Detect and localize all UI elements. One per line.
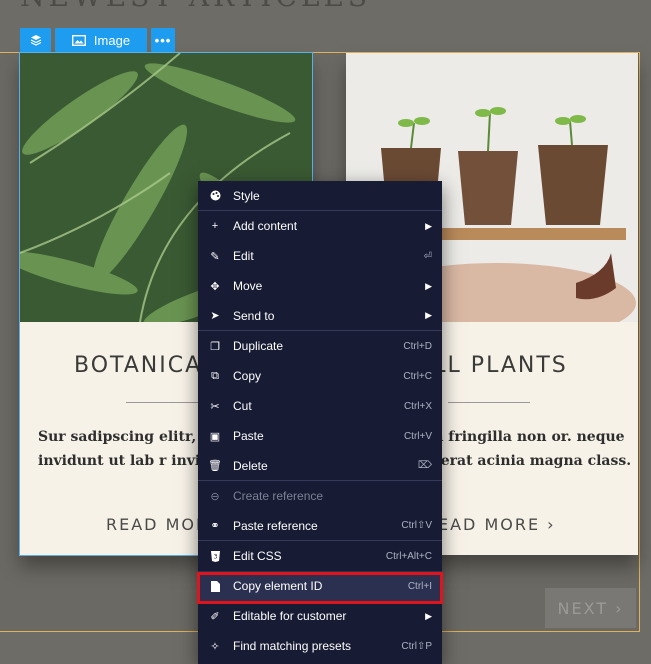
next-button[interactable]: NEXT › <box>545 588 636 628</box>
menu-item-create-reference: ⊖ Create reference <box>198 481 442 511</box>
copy-icon: ⧉ <box>211 369 219 382</box>
css-icon: 3 <box>208 549 222 563</box>
send-icon: ➤ <box>210 310 220 322</box>
chevron-right-icon: ▶ <box>425 220 432 231</box>
read-more-link[interactable]: EAD MORE › <box>438 515 556 534</box>
menu-item-duplicate[interactable]: ❐ Duplicate Ctrl+D <box>198 331 442 361</box>
menu-item-copy-element-id[interactable]: Copy element ID Ctrl+I <box>198 571 442 601</box>
paste-reference-icon: ⚭ <box>210 520 220 532</box>
magic-wand-icon: ✧ <box>210 640 220 653</box>
chevron-right-icon: ▶ <box>425 310 432 320</box>
duplicate-icon: ❐ <box>210 340 220 353</box>
move-icon: ✥ <box>210 280 220 293</box>
menu-item-move[interactable]: ✥ Move ▶ <box>198 271 442 301</box>
paste-icon: ▣ <box>209 430 221 443</box>
page-heading: NEWEST ARTICLES <box>20 0 371 13</box>
menu-item-editable-for-customer[interactable]: ✐ Editable for customer ▶ <box>198 601 442 631</box>
menu-item-style[interactable]: Style <box>198 181 442 211</box>
trash-icon: 🗑 <box>208 460 222 472</box>
image-icon <box>71 34 86 46</box>
read-more-link[interactable]: READ MOR <box>106 515 209 534</box>
menu-item-cut[interactable]: ✂ Cut Ctrl+X <box>198 391 442 421</box>
svg-text:3: 3 <box>213 553 217 560</box>
menu-item-copy[interactable]: ⧉ Copy Ctrl+C <box>198 361 442 391</box>
scissors-icon: ✂ <box>210 400 220 413</box>
layers-icon <box>30 35 41 46</box>
more-options-button[interactable]: ••• <box>151 28 175 52</box>
menu-item-paste-reference[interactable]: ⚭ Paste reference Ctrl⇧V <box>198 511 442 541</box>
link-icon: ⊖ <box>210 490 220 503</box>
chevron-right-icon: ▶ <box>425 610 432 621</box>
menu-item-send-to[interactable]: ➤ Send to ▶ <box>198 301 442 331</box>
plus-icon: + <box>211 220 219 232</box>
menu-item-find-matching-presets[interactable]: ✧ Find matching presets Ctrl⇧P <box>198 631 442 661</box>
menu-item-edit[interactable]: ✎ Edit ⏎ <box>198 241 442 271</box>
menu-item-edit-css[interactable]: 3 Edit CSS Ctrl+Alt+C <box>198 541 442 571</box>
title-divider <box>448 402 530 403</box>
context-menu: Style + Add content ▶ ✎ Edit ⏎ ✥ Move ▶ … <box>198 181 442 664</box>
chevron-right-icon: ▶ <box>425 280 432 291</box>
file-icon <box>208 579 222 593</box>
image-element-label: Image <box>93 32 131 48</box>
edit-square-icon: ✐ <box>210 610 220 623</box>
layers-button[interactable] <box>20 28 51 52</box>
menu-item-delete[interactable]: 🗑 Delete ⌦ <box>198 451 442 481</box>
image-element-button[interactable]: Image <box>55 28 147 52</box>
title-divider <box>126 402 208 403</box>
menu-item-paste[interactable]: ▣ Paste Ctrl+V <box>198 421 442 451</box>
pencil-icon: ✎ <box>210 250 220 263</box>
menu-item-add-content[interactable]: + Add content ▶ <box>198 211 442 241</box>
element-toolbar: Image ••• <box>20 28 175 52</box>
palette-icon <box>208 189 222 203</box>
